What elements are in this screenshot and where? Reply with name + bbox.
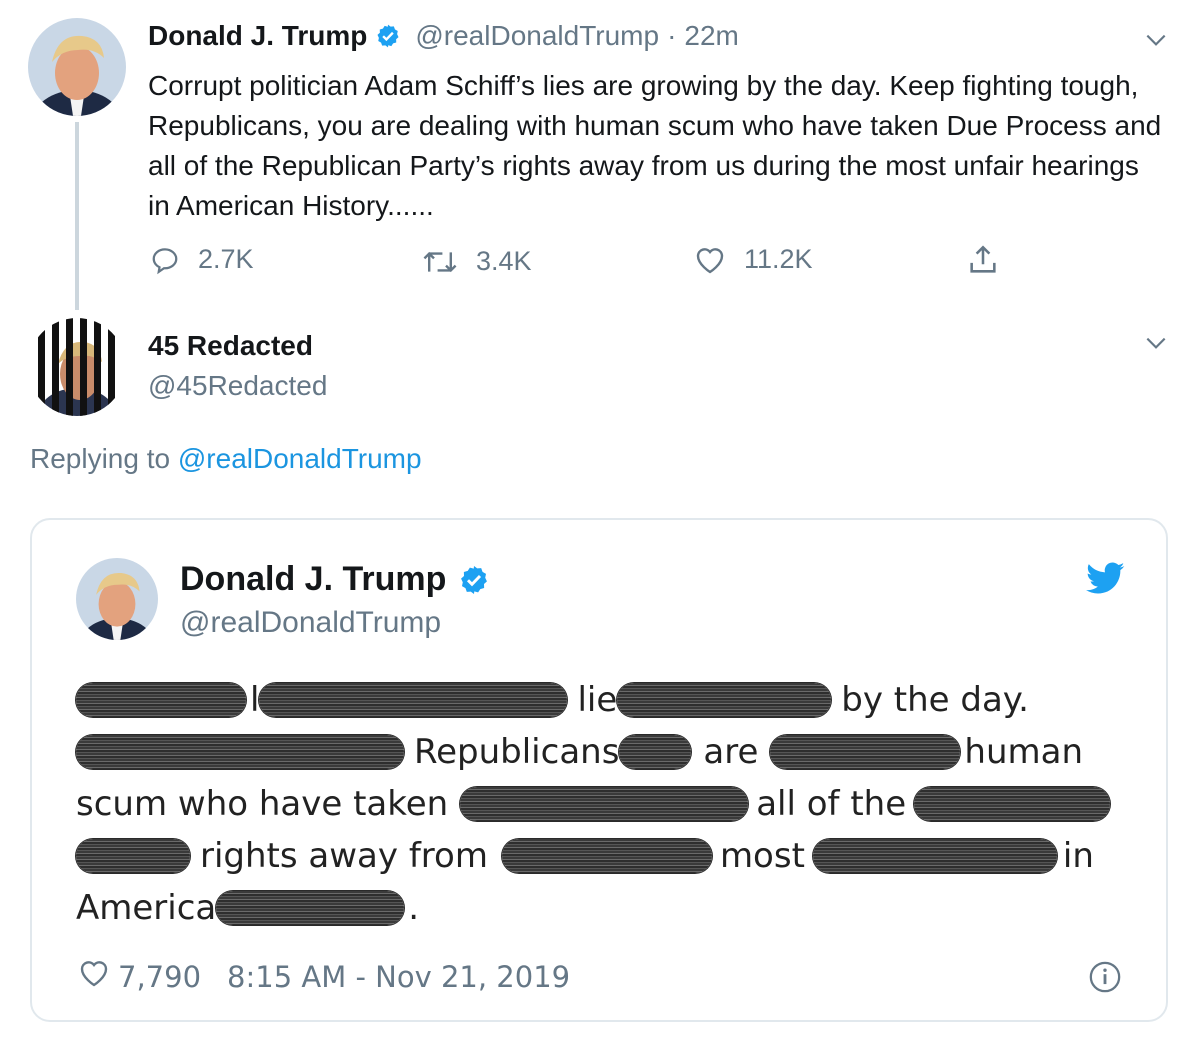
- redaction-bar: [76, 839, 190, 873]
- author-handle[interactable]: @realDonaldTrump: [415, 20, 659, 52]
- card-timestamp[interactable]: 8:15 AM - Nov 21, 2019: [227, 960, 570, 994]
- redaction-bar: [216, 891, 405, 925]
- text-fragment: by the day.: [841, 680, 1029, 720]
- like-count: 11.2K: [744, 244, 813, 274]
- text-fragment: rights away from: [200, 836, 488, 876]
- redacted-line-4: rights away from most in: [76, 834, 1094, 878]
- text-fragment: in: [1062, 836, 1094, 876]
- redaction-bar: [76, 735, 404, 769]
- avatar-trump[interactable]: [28, 18, 126, 116]
- text-fragment: most: [719, 836, 805, 876]
- twitter-bird-icon: [1086, 562, 1126, 601]
- redaction-bar: [259, 683, 568, 717]
- replying-to-link[interactable]: @realDonaldTrump: [178, 443, 422, 474]
- card-author-handle: @realDonaldTrump: [180, 606, 442, 639]
- card-footer: 7,790 8:15 AM - Nov 21, 2019: [78, 958, 570, 995]
- text-fragment: human: [964, 732, 1084, 772]
- author-name[interactable]: Donald J. Trump: [148, 20, 367, 52]
- chevron-down-icon[interactable]: [1143, 330, 1169, 356]
- card-author-name: Donald J. Trump: [180, 560, 447, 598]
- text-fragment: lie: [577, 680, 618, 720]
- like-icon[interactable]: [78, 958, 110, 995]
- tweet-text: Corrupt politician Adam Schiff’s lies ar…: [148, 70, 1162, 221]
- redaction-bar: [501, 839, 712, 873]
- embedded-tweet-card[interactable]: Donald J. Trump @realDonaldTrump l lie b…: [30, 518, 1168, 1022]
- reply-author-name[interactable]: 45 Redacted: [148, 330, 313, 362]
- share-icon[interactable]: [966, 243, 1000, 282]
- redaction-bar: [619, 735, 692, 769]
- reply-author-handle[interactable]: @45Redacted: [148, 370, 327, 402]
- redaction-bar: [812, 839, 1057, 873]
- redacted-line-3: scum who have taken all of the: [76, 782, 1111, 826]
- tweet-time[interactable]: 22m: [684, 20, 738, 52]
- card-header: Donald J. Trump: [180, 560, 490, 599]
- like-icon: [694, 245, 726, 275]
- card-avatar: [76, 558, 158, 640]
- info-icon[interactable]: [1088, 960, 1122, 999]
- redacted-line-1: l lie by the day.: [76, 678, 1029, 722]
- retweet-count: 3.4K: [476, 246, 532, 276]
- thread-line: [75, 122, 79, 310]
- text-fragment: are: [703, 732, 759, 772]
- text-fragment: scum who have taken: [76, 784, 449, 824]
- retweet-icon: [422, 248, 458, 276]
- text-fragment: l: [250, 680, 260, 720]
- redacted-line-5: America .: [76, 886, 419, 930]
- text-fragment: Republicans: [414, 732, 620, 772]
- text-fragment: .: [408, 888, 420, 928]
- avatar-45-redacted[interactable]: [28, 318, 126, 416]
- text-fragment: all of the: [756, 784, 907, 824]
- redaction-bar: [617, 683, 832, 717]
- like-action[interactable]: 11.2K: [694, 244, 813, 275]
- text-fragment: America: [76, 888, 217, 928]
- reply-action[interactable]: 2.7K: [150, 244, 254, 275]
- reply-icon: [150, 245, 180, 275]
- redacted-line-2: Republicans are human: [76, 730, 1083, 774]
- redaction-bar: [460, 787, 749, 821]
- replying-to: Replying to @realDonaldTrump: [30, 443, 422, 475]
- card-like-count: 7,790: [118, 959, 202, 994]
- replying-prefix: Replying to: [30, 443, 171, 474]
- chevron-down-icon[interactable]: [1143, 27, 1169, 53]
- redaction-bar: [770, 735, 961, 769]
- tweet-header: Donald J. Trump @realDonaldTrump · 22m: [148, 20, 739, 52]
- retweet-action[interactable]: 3.4K: [422, 246, 532, 277]
- meta-separator: ·: [667, 20, 677, 51]
- verified-badge-icon: [375, 23, 401, 49]
- redaction-bar: [76, 683, 246, 717]
- redaction-bar: [914, 787, 1111, 821]
- reply-count: 2.7K: [198, 244, 254, 274]
- verified-badge-icon: [458, 564, 490, 596]
